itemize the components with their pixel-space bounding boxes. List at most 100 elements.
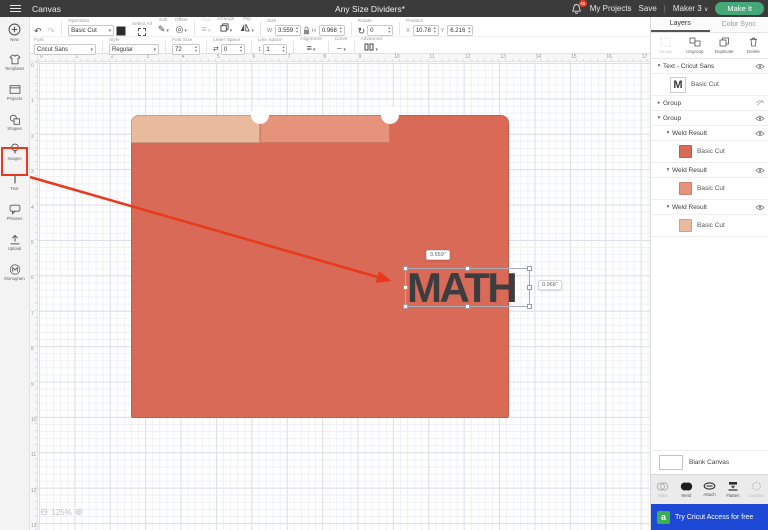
undo-button[interactable]: ↶ (34, 26, 42, 36)
canvas-area[interactable]: 01234567891011121314151617 0123456789101… (30, 54, 650, 530)
notifications-button[interactable]: 45 (571, 3, 583, 15)
select-all-icon[interactable] (138, 28, 146, 36)
slice-button[interactable]: Slice (651, 482, 674, 498)
make-it-button[interactable]: Make It (715, 2, 764, 15)
letter-space-input[interactable]: 0▲▼ (221, 44, 245, 55)
machine-select[interactable]: Maker 3 ∨ (673, 4, 709, 13)
zoom-out-icon[interactable]: ⊖ (40, 507, 48, 518)
selection-bounding-box[interactable]: MATH (405, 268, 530, 307)
style-select[interactable]: Regular▾ (109, 44, 159, 55)
selection-handle[interactable] (403, 266, 408, 271)
zoom-in-icon[interactable]: ⊕ (75, 507, 83, 518)
divider-tab-peach[interactable] (131, 115, 260, 143)
canvas-grid[interactable]: MATH 3.559" 0.968" (38, 62, 650, 530)
operation-color-swatch[interactable] (116, 26, 126, 36)
alignment-icon[interactable]: ≡▾ (307, 43, 316, 55)
layer-row-text-cricut-sans[interactable]: ▾Text - Cricut Sans (651, 59, 768, 74)
width-input[interactable]: 3.559▲▼ (275, 25, 301, 36)
layer-thumbnail: M (670, 77, 686, 93)
advanced-icon[interactable]: ▾ (364, 43, 378, 55)
chevron-down-icon[interactable]: ▾ (664, 167, 672, 173)
sidebar-item-shapes[interactable]: Shapes (0, 107, 29, 137)
eye-icon[interactable] (752, 63, 768, 70)
layer-cut-type: Basic Cut (697, 222, 725, 229)
new-icon (8, 23, 21, 36)
attach-button[interactable]: Attach (698, 482, 721, 497)
offset-icon[interactable]: ◎▾ (176, 24, 187, 36)
sidebar-item-monogram[interactable]: Monogram (0, 257, 29, 287)
selection-handle[interactable] (403, 285, 408, 290)
chevron-down-icon[interactable]: ▾ (655, 115, 663, 121)
layer-thumbnail-row[interactable]: Basic Cut (651, 141, 768, 163)
selection-handle[interactable] (465, 266, 470, 271)
images-icon (9, 143, 21, 155)
sidebar-item-new[interactable]: New (0, 17, 29, 47)
divider-tab-salmon[interactable] (260, 115, 390, 143)
document-title: Any Size Dividers* (270, 4, 470, 14)
group-button[interactable]: Group (651, 37, 680, 54)
rotate-icon[interactable]: ↻ (358, 26, 366, 36)
operation-select[interactable]: Basic Cut▾ (68, 25, 114, 36)
delete-button[interactable]: Delete (739, 37, 768, 54)
cricut-access-banner[interactable]: a Try Cricut Access for free (651, 504, 768, 530)
font-select[interactable]: Cricut Sans▾ (34, 44, 96, 55)
font-size-input[interactable]: 72▲▼ (172, 44, 200, 55)
layer-row-group[interactable]: ▸Group (651, 96, 768, 111)
ungroup-button[interactable]: Ungroup (680, 37, 709, 54)
position-y-input[interactable]: 6.216▲▼ (447, 25, 473, 36)
rotate-input[interactable]: 0▲▼ (367, 25, 393, 36)
eye-icon[interactable] (752, 115, 768, 122)
layer-row-weld-result[interactable]: ▾Weld Result (651, 163, 768, 178)
tab-color-sync[interactable]: Color Sync (710, 17, 768, 32)
blank-canvas-row[interactable]: Blank Canvas (651, 450, 768, 474)
chevron-right-icon[interactable]: ▸ (655, 100, 663, 106)
sidebar-item-upload[interactable]: Upload (0, 227, 29, 257)
layer-thumbnail-row[interactable]: Basic Cut (651, 178, 768, 200)
layer-row-weld-result[interactable]: ▾Weld Result (651, 126, 768, 141)
tab-layers[interactable]: Layers (651, 17, 710, 32)
text-icon (9, 173, 21, 185)
weld-button[interactable]: Weld (674, 482, 697, 498)
redo-button[interactable]: ↷ (48, 26, 56, 36)
sidebar-item-images[interactable]: Images (0, 137, 29, 167)
selection-handle[interactable] (465, 304, 470, 309)
sidebar-item-templates[interactable]: Templates (0, 47, 29, 77)
blank-canvas-swatch[interactable] (659, 455, 683, 470)
sidebar-item-phrases[interactable]: Phrases (0, 197, 29, 227)
eye-icon[interactable] (752, 130, 768, 137)
ruler-tick-label: 6 (31, 275, 34, 281)
sidebar-item-projects[interactable]: Projects (0, 77, 29, 107)
layer-thumbnail-row[interactable]: MBasic Cut (651, 74, 768, 96)
flip-icon[interactable]: ▾ (240, 23, 254, 36)
menu-icon[interactable] (0, 5, 30, 13)
layer-row-group[interactable]: ▾Group (651, 111, 768, 126)
selection-handle[interactable] (403, 304, 408, 309)
chevron-down-icon[interactable]: ▾ (664, 204, 672, 210)
selection-handle[interactable] (527, 304, 532, 309)
selection-handle[interactable] (527, 266, 532, 271)
align-icon[interactable]: ≡▾ (202, 24, 211, 36)
contour-button[interactable]: Contour (745, 481, 768, 498)
eye-icon[interactable] (752, 167, 768, 174)
duplicate-button[interactable]: Duplicate (710, 37, 739, 54)
chevron-down-icon[interactable]: ▾ (664, 130, 672, 136)
edit-pencil-icon[interactable]: ✎▾ (158, 24, 169, 36)
lock-icon[interactable] (303, 26, 310, 35)
arrange-icon[interactable]: ▾ (220, 23, 233, 36)
eye-icon[interactable] (752, 99, 768, 107)
position-x-input[interactable]: 10.78▲▼ (413, 25, 439, 36)
chevron-down-icon[interactable]: ▾ (655, 63, 663, 69)
height-input[interactable]: 0.968▲▼ (319, 25, 345, 36)
curve-icon[interactable]: ⌣▾ (336, 43, 345, 55)
flatten-button[interactable]: Flatten (721, 481, 744, 498)
attach-icon (703, 482, 716, 491)
eye-icon[interactable] (752, 204, 768, 211)
save-link[interactable]: Save (639, 4, 657, 13)
selection-handle[interactable] (527, 285, 532, 290)
canvas-text-object[interactable]: MATH (407, 267, 530, 306)
layer-thumbnail-row[interactable]: Basic Cut (651, 215, 768, 237)
line-space-input[interactable]: 1▲▼ (263, 44, 287, 55)
my-projects-link[interactable]: My Projects (590, 4, 632, 13)
sidebar-item-text[interactable]: Text (0, 167, 29, 197)
layer-row-weld-result[interactable]: ▾Weld Result (651, 200, 768, 215)
